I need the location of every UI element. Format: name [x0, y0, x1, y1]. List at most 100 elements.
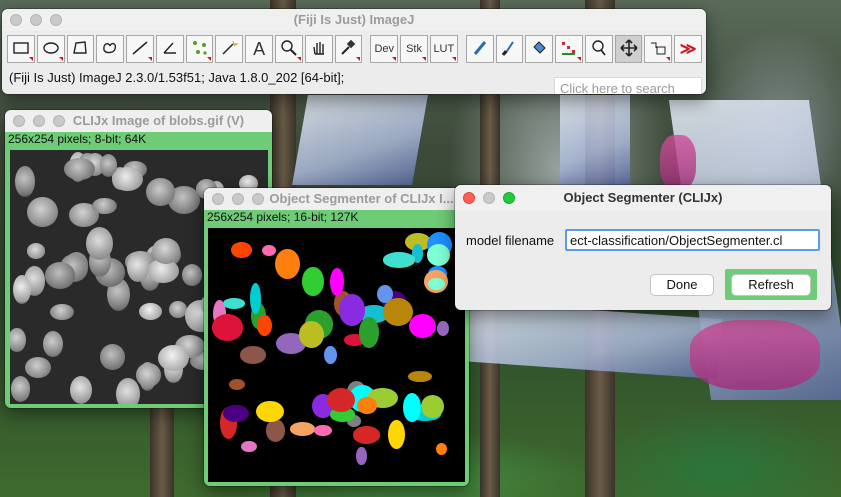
blobs-titlebar[interactable]: CLIJx Image of blobs.gif (V)	[5, 110, 272, 132]
pencil-tool[interactable]	[465, 35, 494, 63]
angle-icon	[160, 38, 180, 61]
close-button[interactable]	[13, 115, 25, 127]
blob	[10, 327, 26, 353]
hand-tool[interactable]	[304, 35, 333, 63]
zoom-button[interactable]	[50, 14, 62, 26]
bucket-icon	[529, 38, 549, 61]
label-object	[261, 245, 276, 257]
model-filename-field[interactable]: ect-classification/ObjectSegmenter.cl	[565, 229, 820, 251]
lut-menu-icon: LUT	[433, 43, 455, 55]
blob	[158, 345, 190, 371]
magnifier-tool[interactable]	[275, 35, 303, 63]
zoom-button[interactable]	[252, 193, 264, 205]
blob	[50, 303, 75, 321]
blob	[42, 331, 63, 358]
label-object	[228, 378, 246, 391]
blob	[26, 196, 58, 227]
dev-tool[interactable]: Dev	[370, 35, 399, 63]
background-hammock	[690, 320, 820, 390]
label-object	[223, 404, 249, 423]
blob	[86, 226, 114, 260]
label-object	[402, 392, 422, 422]
wand-tool[interactable]	[215, 35, 244, 63]
zoom-button[interactable]	[53, 115, 65, 127]
zoom-button[interactable]	[503, 192, 515, 204]
move-arrows-icon	[619, 38, 639, 61]
blob	[64, 158, 95, 181]
blob	[138, 362, 156, 392]
label-object	[329, 267, 344, 297]
imagej-toolbar: A Dev Stk LUT ≫	[2, 31, 706, 65]
move-tool[interactable]	[614, 35, 643, 63]
blob	[91, 197, 117, 215]
dropdown-indicator-icon	[392, 57, 397, 61]
label-object	[383, 252, 415, 268]
dropdown-indicator-icon	[147, 57, 152, 61]
close-button[interactable]	[463, 192, 475, 204]
blob	[139, 302, 163, 320]
pencil-icon	[470, 38, 490, 61]
refresh-button[interactable]: Refresh	[731, 274, 811, 296]
polygon-icon	[70, 38, 90, 61]
imagej-titlebar[interactable]: (Fiji Is Just) ImageJ	[2, 9, 706, 31]
label-object	[388, 419, 405, 450]
dropdown-indicator-icon	[28, 57, 33, 61]
stk-tool[interactable]: Stk	[400, 35, 428, 63]
lut-tool[interactable]: LUT	[429, 35, 458, 63]
dropdown-indicator-icon	[451, 57, 456, 61]
color-picker-tool[interactable]	[334, 35, 363, 63]
label-object	[382, 298, 413, 327]
minimize-button[interactable]	[30, 14, 42, 26]
brush-tool[interactable]	[495, 35, 524, 63]
done-button[interactable]: Done	[650, 274, 714, 296]
status-line: (Fiji Is Just) ImageJ 2.3.0/1.53f51; Jav…	[9, 70, 345, 85]
close-button[interactable]	[212, 193, 224, 205]
flood-fill-tool[interactable]	[525, 35, 554, 63]
image-info: 256x254 pixels; 8-bit; 64K	[8, 132, 147, 146]
angle-tool[interactable]	[155, 35, 184, 63]
minimize-button[interactable]	[232, 193, 244, 205]
more-tools[interactable]: ≫	[674, 35, 702, 63]
line-tool[interactable]	[126, 35, 154, 63]
label-object	[211, 314, 244, 341]
blob	[152, 238, 181, 264]
label-object	[427, 243, 451, 267]
dialog-title: Object Segmenter (CLIJx)	[563, 190, 723, 205]
label-object	[302, 266, 324, 297]
label-image-canvas[interactable]	[208, 228, 465, 482]
dropdown-indicator-icon	[356, 57, 361, 61]
label-object	[352, 426, 381, 444]
dialog-titlebar[interactable]: Object Segmenter (CLIJx)	[455, 185, 831, 211]
blob	[11, 376, 31, 402]
label-object	[314, 424, 332, 436]
blob	[14, 165, 35, 197]
search-tool[interactable]	[584, 35, 613, 63]
label-object	[289, 422, 316, 437]
background-tarp	[560, 95, 630, 185]
label-object	[428, 277, 445, 290]
label-object	[356, 446, 367, 466]
polygon-tool[interactable]	[66, 35, 95, 63]
multipoint-tool[interactable]	[185, 35, 214, 63]
minimize-button[interactable]	[483, 192, 495, 204]
action-tool[interactable]	[644, 35, 673, 63]
label-object	[358, 317, 380, 348]
oval-tool[interactable]	[36, 35, 65, 63]
segmenter-titlebar[interactable]: Object Segmenter of CLIJx I...	[204, 188, 469, 210]
rectangle-tool[interactable]	[7, 35, 35, 63]
text-icon: A	[253, 38, 266, 59]
label-object	[239, 346, 266, 364]
close-button[interactable]	[10, 14, 22, 26]
label-object	[222, 298, 246, 310]
freehand-tool[interactable]	[96, 35, 125, 63]
label-object	[437, 320, 449, 337]
model-filename-label: model filename	[466, 233, 555, 248]
label-object	[275, 248, 300, 279]
minimize-button[interactable]	[33, 115, 45, 127]
blob	[111, 166, 143, 191]
background-tarp	[292, 95, 428, 185]
text-tool[interactable]: A	[245, 35, 274, 63]
clij-tool[interactable]	[555, 35, 583, 63]
search-input[interactable]: Click here to search	[554, 77, 702, 94]
label-object	[240, 440, 258, 453]
